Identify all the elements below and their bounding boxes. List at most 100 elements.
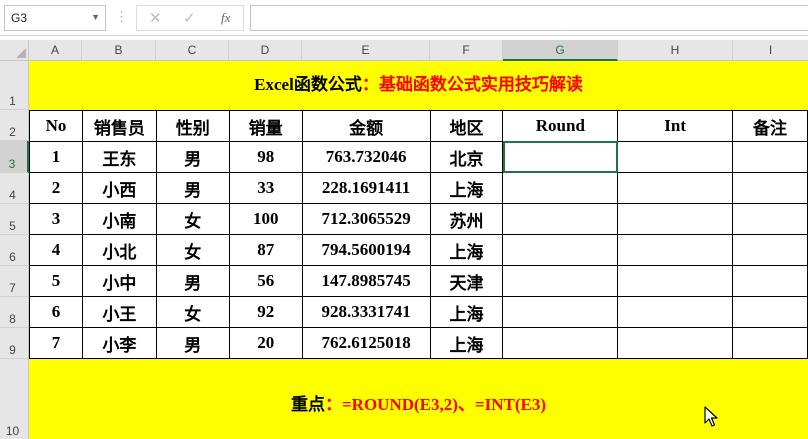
table-cell[interactable] — [617, 203, 734, 235]
table-cell[interactable] — [617, 327, 734, 359]
column-header-b[interactable]: B — [82, 40, 156, 61]
table-cell[interactable]: 763.732046 — [301, 141, 431, 173]
table-cell[interactable]: 20 — [228, 327, 303, 359]
table-cell[interactable]: 5 — [29, 265, 83, 297]
column-header-h[interactable]: H — [618, 40, 733, 61]
column-header-c[interactable]: C — [156, 40, 229, 61]
column-header-i[interactable]: I — [733, 40, 808, 61]
column-header-d[interactable]: D — [229, 40, 302, 61]
column-header-g[interactable]: G — [503, 40, 618, 61]
row-header-9[interactable]: 9 — [0, 328, 29, 359]
header-cell[interactable]: No — [29, 110, 83, 142]
table-cell[interactable] — [617, 141, 734, 173]
table-cell[interactable] — [732, 296, 808, 328]
table-cell[interactable]: 王东 — [81, 141, 157, 173]
table-cell[interactable]: 上海 — [429, 296, 504, 328]
table-cell[interactable]: 928.3331741 — [301, 296, 431, 328]
table-cell[interactable]: 7 — [29, 327, 83, 359]
table-cell[interactable]: 小王 — [81, 296, 157, 328]
header-cell[interactable]: 销售员 — [81, 110, 157, 142]
table-cell[interactable]: 1 — [29, 141, 83, 173]
row-header-10[interactable]: 10 — [0, 359, 29, 439]
table-cell[interactable]: 762.6125018 — [301, 327, 431, 359]
table-cell[interactable] — [732, 141, 808, 173]
table-cell[interactable]: 苏州 — [429, 203, 504, 235]
row-header-8[interactable]: 8 — [0, 297, 29, 328]
table-cell[interactable]: 2 — [29, 172, 83, 204]
table-cell-selected[interactable] — [502, 141, 619, 173]
table-cell[interactable] — [732, 203, 808, 235]
select-all-corner[interactable] — [0, 40, 29, 61]
row-header-4[interactable]: 4 — [0, 173, 29, 204]
table-cell[interactable] — [617, 172, 734, 204]
table-cell[interactable]: 794.5600194 — [301, 234, 431, 266]
table-cell[interactable]: 92 — [228, 296, 303, 328]
table-cell[interactable]: 小南 — [81, 203, 157, 235]
table-cell[interactable]: 上海 — [429, 172, 504, 204]
table-cell[interactable]: 男 — [155, 141, 230, 173]
row-header-1[interactable]: 1 — [0, 61, 29, 110]
table-cell[interactable] — [502, 234, 619, 266]
table-cell[interactable]: 上海 — [429, 327, 504, 359]
table-cell[interactable] — [617, 296, 734, 328]
table-cell[interactable]: 男 — [155, 265, 230, 297]
table-cell[interactable] — [617, 265, 734, 297]
table-cell[interactable] — [732, 265, 808, 297]
table-cell[interactable]: 上海 — [429, 234, 504, 266]
table-cell[interactable] — [502, 265, 619, 297]
table-cell[interactable] — [732, 234, 808, 266]
table-cell[interactable] — [502, 203, 619, 235]
table-cell[interactable]: 6 — [29, 296, 83, 328]
column-header-e[interactable]: E — [302, 40, 430, 61]
header-cell[interactable]: Round — [502, 110, 619, 142]
table-cell[interactable]: 女 — [155, 296, 230, 328]
row-header-2[interactable]: 2 — [0, 110, 29, 141]
check-icon[interactable]: ✓ — [183, 9, 196, 27]
table-cell[interactable] — [617, 234, 734, 266]
header-cell[interactable]: 备注 — [732, 110, 808, 142]
table-cell[interactable]: 147.8985745 — [301, 265, 431, 297]
table-cell[interactable] — [502, 296, 619, 328]
table-cell[interactable]: 小北 — [81, 234, 157, 266]
table-cell[interactable]: 33 — [228, 172, 303, 204]
header-cell[interactable]: 金额 — [301, 110, 431, 142]
drag-handle-icon[interactable]: ⋮ — [115, 9, 128, 25]
function-icon[interactable]: fx — [221, 10, 230, 26]
column-header-f[interactable]: F — [430, 40, 503, 61]
table-cell[interactable]: 小西 — [81, 172, 157, 204]
header-cell[interactable]: 性别 — [155, 110, 230, 142]
table-cell[interactable]: 女 — [155, 203, 230, 235]
table-cell[interactable]: 男 — [155, 327, 230, 359]
table-cell[interactable]: 228.1691411 — [301, 172, 431, 204]
table-cell[interactable]: 712.3065529 — [301, 203, 431, 235]
cancel-icon[interactable]: ✕ — [149, 9, 162, 27]
table-cell[interactable]: 天津 — [429, 265, 504, 297]
chevron-down-icon[interactable]: ▼ — [91, 12, 100, 22]
column-header-a[interactable]: A — [29, 40, 82, 61]
header-cell[interactable]: Int — [617, 110, 734, 142]
row-header-3[interactable]: 3 — [0, 141, 29, 173]
table-cell[interactable]: 女 — [155, 234, 230, 266]
table-cell[interactable]: 男 — [155, 172, 230, 204]
table-cell[interactable]: 小李 — [81, 327, 157, 359]
table-cell[interactable] — [732, 327, 808, 359]
table-cell[interactable] — [502, 172, 619, 204]
table-cell[interactable]: 100 — [228, 203, 303, 235]
row-header-5[interactable]: 5 — [0, 204, 29, 235]
formula-input[interactable] — [250, 5, 808, 31]
table-cell[interactable]: 小中 — [81, 265, 157, 297]
row-header-7[interactable]: 7 — [0, 266, 29, 297]
table-cell[interactable]: 87 — [228, 234, 303, 266]
table-cell[interactable]: 3 — [29, 203, 83, 235]
table-cell[interactable]: 98 — [228, 141, 303, 173]
header-cell[interactable]: 地区 — [429, 110, 504, 142]
header-cell[interactable]: 销量 — [228, 110, 303, 142]
table-cell[interactable] — [732, 172, 808, 204]
table-cell[interactable]: 56 — [228, 265, 303, 297]
table-cell[interactable]: 北京 — [429, 141, 504, 173]
title-part-2: ：基础函数公式实用技巧解读 — [361, 75, 583, 94]
row-header-6[interactable]: 6 — [0, 235, 29, 266]
table-cell[interactable] — [502, 327, 619, 359]
name-box[interactable]: G3 ▼ — [4, 5, 106, 31]
table-cell[interactable]: 4 — [29, 234, 83, 266]
